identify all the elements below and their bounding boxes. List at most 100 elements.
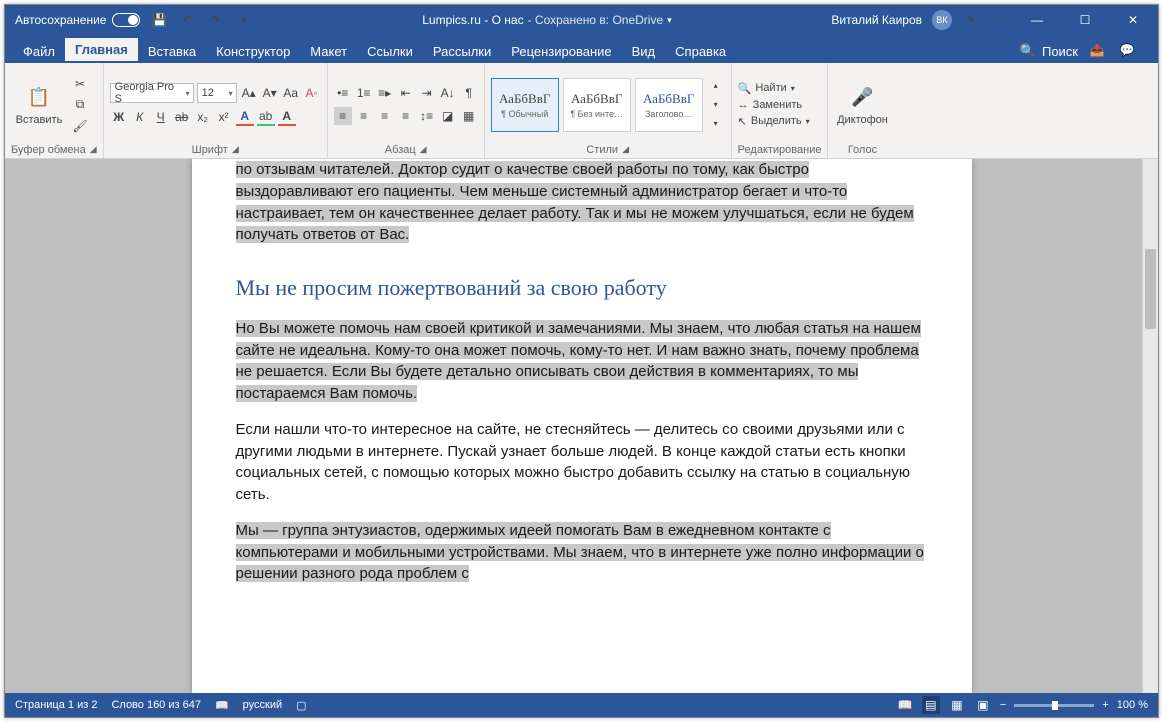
styles-gallery-icon[interactable]: ▾ [707,115,725,133]
font-name-combo[interactable]: Georgia Pro S [110,83,194,103]
share-icon[interactable]: 📤 [1088,41,1106,59]
tab-home[interactable]: Главная [65,38,138,63]
body-text[interactable]: по отзывам читателей. Доктор судит о кач… [236,161,914,243]
print-layout-icon[interactable]: ▤ [922,696,940,714]
cut-icon[interactable]: ✂ [71,75,89,93]
grow-font-icon[interactable]: A▴ [240,84,258,102]
tab-references[interactable]: Ссылки [357,40,423,63]
dialog-launcher-icon[interactable]: ◢ [420,144,427,156]
status-page[interactable]: Страница 1 из 2 [15,699,97,711]
bullets-icon[interactable]: •≡ [334,84,352,102]
status-words[interactable]: Слово 160 из 647 [111,699,201,711]
status-language[interactable]: русский [243,699,282,711]
sort-icon[interactable]: A↓ [439,84,457,102]
toggle-on-icon[interactable] [112,13,140,27]
shading-icon[interactable]: ◪ [439,107,457,125]
save-icon[interactable]: 💾 [150,11,168,29]
group-font: Georgia Pro S 12 A▴ A▾ Aa A◦ Ж К Ч ab x₂… [104,63,328,158]
focus-mode-icon[interactable]: ▣ [974,696,992,714]
zoom-in-button[interactable]: + [1102,699,1108,711]
tab-layout[interactable]: Макет [300,40,357,63]
highlight-color-icon[interactable]: ab [257,108,275,126]
find-button[interactable]: 🔍Найти▾ [738,82,822,95]
tab-view[interactable]: Вид [622,40,666,63]
italic-button[interactable]: К [131,108,149,126]
undo-icon[interactable]: ↶ [178,11,196,29]
macro-record-icon[interactable]: ▢ [296,699,306,712]
qat-more-icon[interactable]: ▾ [234,11,252,29]
subscript-button[interactable]: x₂ [194,108,212,126]
group-clipboard: 📋 Вставить ✂ ⧉ 🖌 Буфер обмена◢ [5,63,104,158]
align-left-icon[interactable]: ≡ [334,107,352,125]
dialog-launcher-icon[interactable]: ◢ [90,144,97,156]
decrease-indent-icon[interactable]: ⇤ [397,84,415,102]
tab-file[interactable]: Файл [13,40,65,63]
justify-icon[interactable]: ≡ [397,107,415,125]
style-heading1[interactable]: АаБбВвГ Заголово… [635,78,703,132]
maximize-button[interactable]: ☐ [1066,5,1104,35]
autosave-toggle[interactable]: Автосохранение [15,13,140,27]
web-layout-icon[interactable]: ▦ [948,696,966,714]
select-button[interactable]: ↖Выделить▾ [738,115,822,128]
align-center-icon[interactable]: ≡ [355,107,373,125]
search-field[interactable]: 🔍 Поиск [1010,43,1088,63]
chevron-down-icon[interactable]: ▾ [667,15,672,26]
format-painter-icon[interactable]: 🖌 [71,117,89,135]
align-right-icon[interactable]: ≡ [376,107,394,125]
copy-icon[interactable]: ⧉ [71,96,89,114]
body-text[interactable]: Если нашли что-то интересное на сайте, н… [236,421,911,503]
bold-button[interactable]: Ж [110,108,128,126]
replace-button[interactable]: ↔Заменить [738,99,822,111]
styles-scroll-down-icon[interactable]: ▾ [707,96,725,114]
tab-review[interactable]: Рецензирование [501,40,621,63]
body-text[interactable]: Мы — группа энтузиастов, одержимых идеей… [236,522,924,583]
style-no-spacing[interactable]: АаБбВвГ ¶ Без инте… [563,78,631,132]
underline-button[interactable]: Ч [152,108,170,126]
dictate-button[interactable]: 🎤 Диктофон [834,67,890,142]
line-spacing-icon[interactable]: ↕≡ [418,107,436,125]
borders-icon[interactable]: ▦ [460,107,478,125]
tab-help[interactable]: Справка [665,40,736,63]
text-effects-icon[interactable]: A [236,108,254,126]
minimize-button[interactable]: — [1018,5,1056,35]
document-canvas[interactable]: по отзывам читателей. Доктор судит о кач… [5,159,1158,693]
ribbon-display-icon[interactable]: ⬚ [990,11,1008,29]
clear-formatting-icon[interactable]: A◦ [303,84,321,102]
zoom-level[interactable]: 100 % [1117,699,1148,711]
numbering-icon[interactable]: 1≡ [355,84,373,102]
dialog-launcher-icon[interactable]: ◢ [622,144,629,156]
account-name[interactable]: Виталий Каиров [831,13,922,27]
drawing-mode-icon[interactable]: ✎ [962,11,980,29]
paste-button[interactable]: 📋 Вставить [11,67,67,142]
spellcheck-icon[interactable]: 📖 [215,699,229,712]
strikethrough-button[interactable]: ab [173,108,191,126]
comments-icon[interactable]: 💬 [1118,41,1136,59]
microphone-icon: 🎤 [848,84,876,112]
superscript-button[interactable]: x² [215,108,233,126]
body-text[interactable]: Но Вы можете помочь нам своей критикой и… [236,320,921,402]
redo-icon[interactable]: ↷ [206,11,224,29]
heading-2[interactable]: Мы не просим пожертвований за свою работ… [236,272,928,304]
multilevel-list-icon[interactable]: ≡▸ [376,84,394,102]
dialog-launcher-icon[interactable]: ◢ [232,144,239,156]
read-mode-icon[interactable]: 📖 [896,696,914,714]
avatar[interactable]: ВК [932,10,952,30]
close-button[interactable]: ✕ [1114,5,1152,35]
change-case-icon[interactable]: Aa [282,84,300,102]
vertical-scrollbar[interactable] [1142,159,1158,693]
replace-icon: ↔ [738,99,749,111]
zoom-out-button[interactable]: − [1000,699,1006,711]
scroll-thumb[interactable] [1145,249,1156,329]
tab-insert[interactable]: Вставка [138,40,206,63]
tab-design[interactable]: Конструктор [206,40,300,63]
zoom-slider[interactable] [1014,704,1094,707]
style-normal[interactable]: АаБбВвГ ¶ Обычный [491,78,559,132]
styles-scroll-up-icon[interactable]: ▴ [707,77,725,95]
group-voice: 🎤 Диктофон Голос [828,63,896,158]
font-size-combo[interactable]: 12 [197,83,237,103]
increase-indent-icon[interactable]: ⇥ [418,84,436,102]
show-hide-marks-icon[interactable]: ¶ [460,84,478,102]
shrink-font-icon[interactable]: A▾ [261,84,279,102]
font-color-icon[interactable]: A [278,108,296,126]
tab-mailings[interactable]: Рассылки [423,40,501,63]
